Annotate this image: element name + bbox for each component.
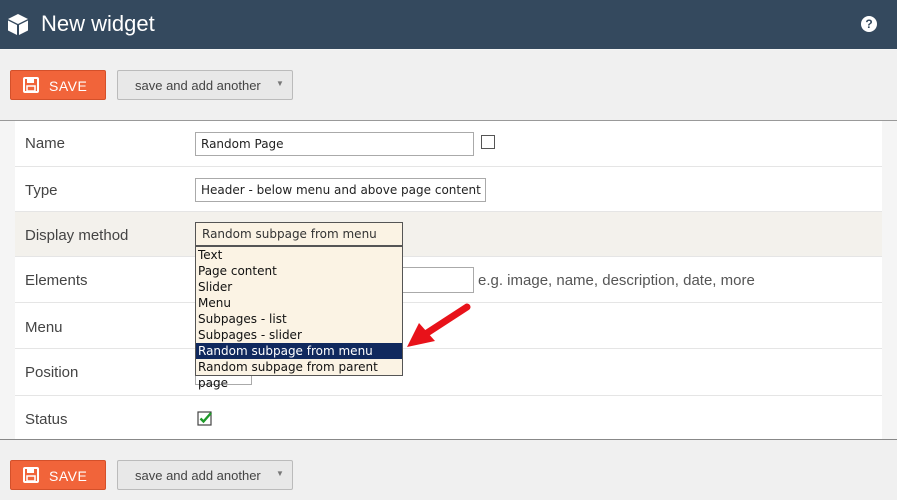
- save-and-add-another-button[interactable]: save and add another ▼: [117, 70, 293, 100]
- menu-label: Menu: [25, 319, 63, 336]
- dropdown-option-selected[interactable]: Random subpage from menu: [196, 343, 402, 359]
- type-label: Type: [25, 182, 58, 199]
- dropdown-option[interactable]: Random subpage from parent page: [196, 359, 402, 390]
- floppy-disk-icon: [23, 77, 39, 93]
- widget-form: Name Random Page Type Header - below men…: [15, 121, 882, 439]
- dropdown-option[interactable]: Menu: [196, 295, 402, 311]
- save-button[interactable]: SAVE: [10, 460, 106, 490]
- help-icon[interactable]: ?: [861, 16, 877, 32]
- form-row-status: Status: [15, 396, 882, 439]
- status-checkbox[interactable]: [197, 410, 213, 426]
- caret-down-icon[interactable]: ▼: [276, 79, 284, 88]
- floppy-disk-icon: [23, 467, 39, 483]
- display-method-label: Display method: [25, 227, 129, 244]
- form-row-type: Type Header - below menu and above page …: [15, 167, 882, 212]
- caret-down-icon[interactable]: ▼: [276, 469, 284, 478]
- name-checkbox[interactable]: [481, 135, 495, 149]
- display-method-select[interactable]: Random subpage from menu: [195, 222, 403, 246]
- save-button-label: SAVE: [49, 468, 88, 484]
- bottom-toolbar: SAVE save and add another ▼: [0, 439, 897, 500]
- dropdown-option[interactable]: Text: [196, 247, 402, 263]
- dropdown-option[interactable]: Subpages - slider: [196, 327, 402, 343]
- save-and-add-another-label: save and add another: [135, 78, 261, 93]
- form-row-name: Name Random Page: [15, 121, 882, 167]
- save-and-add-another-label: save and add another: [135, 468, 261, 483]
- cube-icon: [8, 14, 28, 35]
- dropdown-option[interactable]: Page content: [196, 263, 402, 279]
- dropdown-option[interactable]: Slider: [196, 279, 402, 295]
- position-label: Position: [25, 364, 79, 381]
- top-toolbar: SAVE save and add another ▼: [0, 50, 897, 121]
- window-header: New widget ?: [0, 0, 897, 49]
- status-label: Status: [25, 411, 68, 428]
- display-method-dropdown: Text Page content Slider Menu Subpages -…: [195, 246, 403, 390]
- form-row-elements: Elements e.g. image, name, description, …: [15, 257, 882, 303]
- elements-hint: e.g. image, name, description, date, mor…: [478, 272, 755, 289]
- form-row-display-method: Display method: [15, 212, 882, 257]
- type-select[interactable]: Header - below menu and above page conte…: [195, 178, 486, 202]
- page-title: New widget: [41, 11, 155, 36]
- name-input[interactable]: Random Page: [195, 132, 474, 156]
- save-and-add-another-button[interactable]: save and add another ▼: [117, 460, 293, 490]
- save-button[interactable]: SAVE: [10, 70, 106, 100]
- name-label: Name: [25, 135, 66, 152]
- red-arrow-annotation: [407, 303, 471, 347]
- elements-label: Elements: [25, 272, 88, 289]
- dropdown-option[interactable]: Subpages - list: [196, 311, 402, 327]
- save-button-label: SAVE: [49, 78, 88, 94]
- form-row-position: Position: [15, 349, 882, 396]
